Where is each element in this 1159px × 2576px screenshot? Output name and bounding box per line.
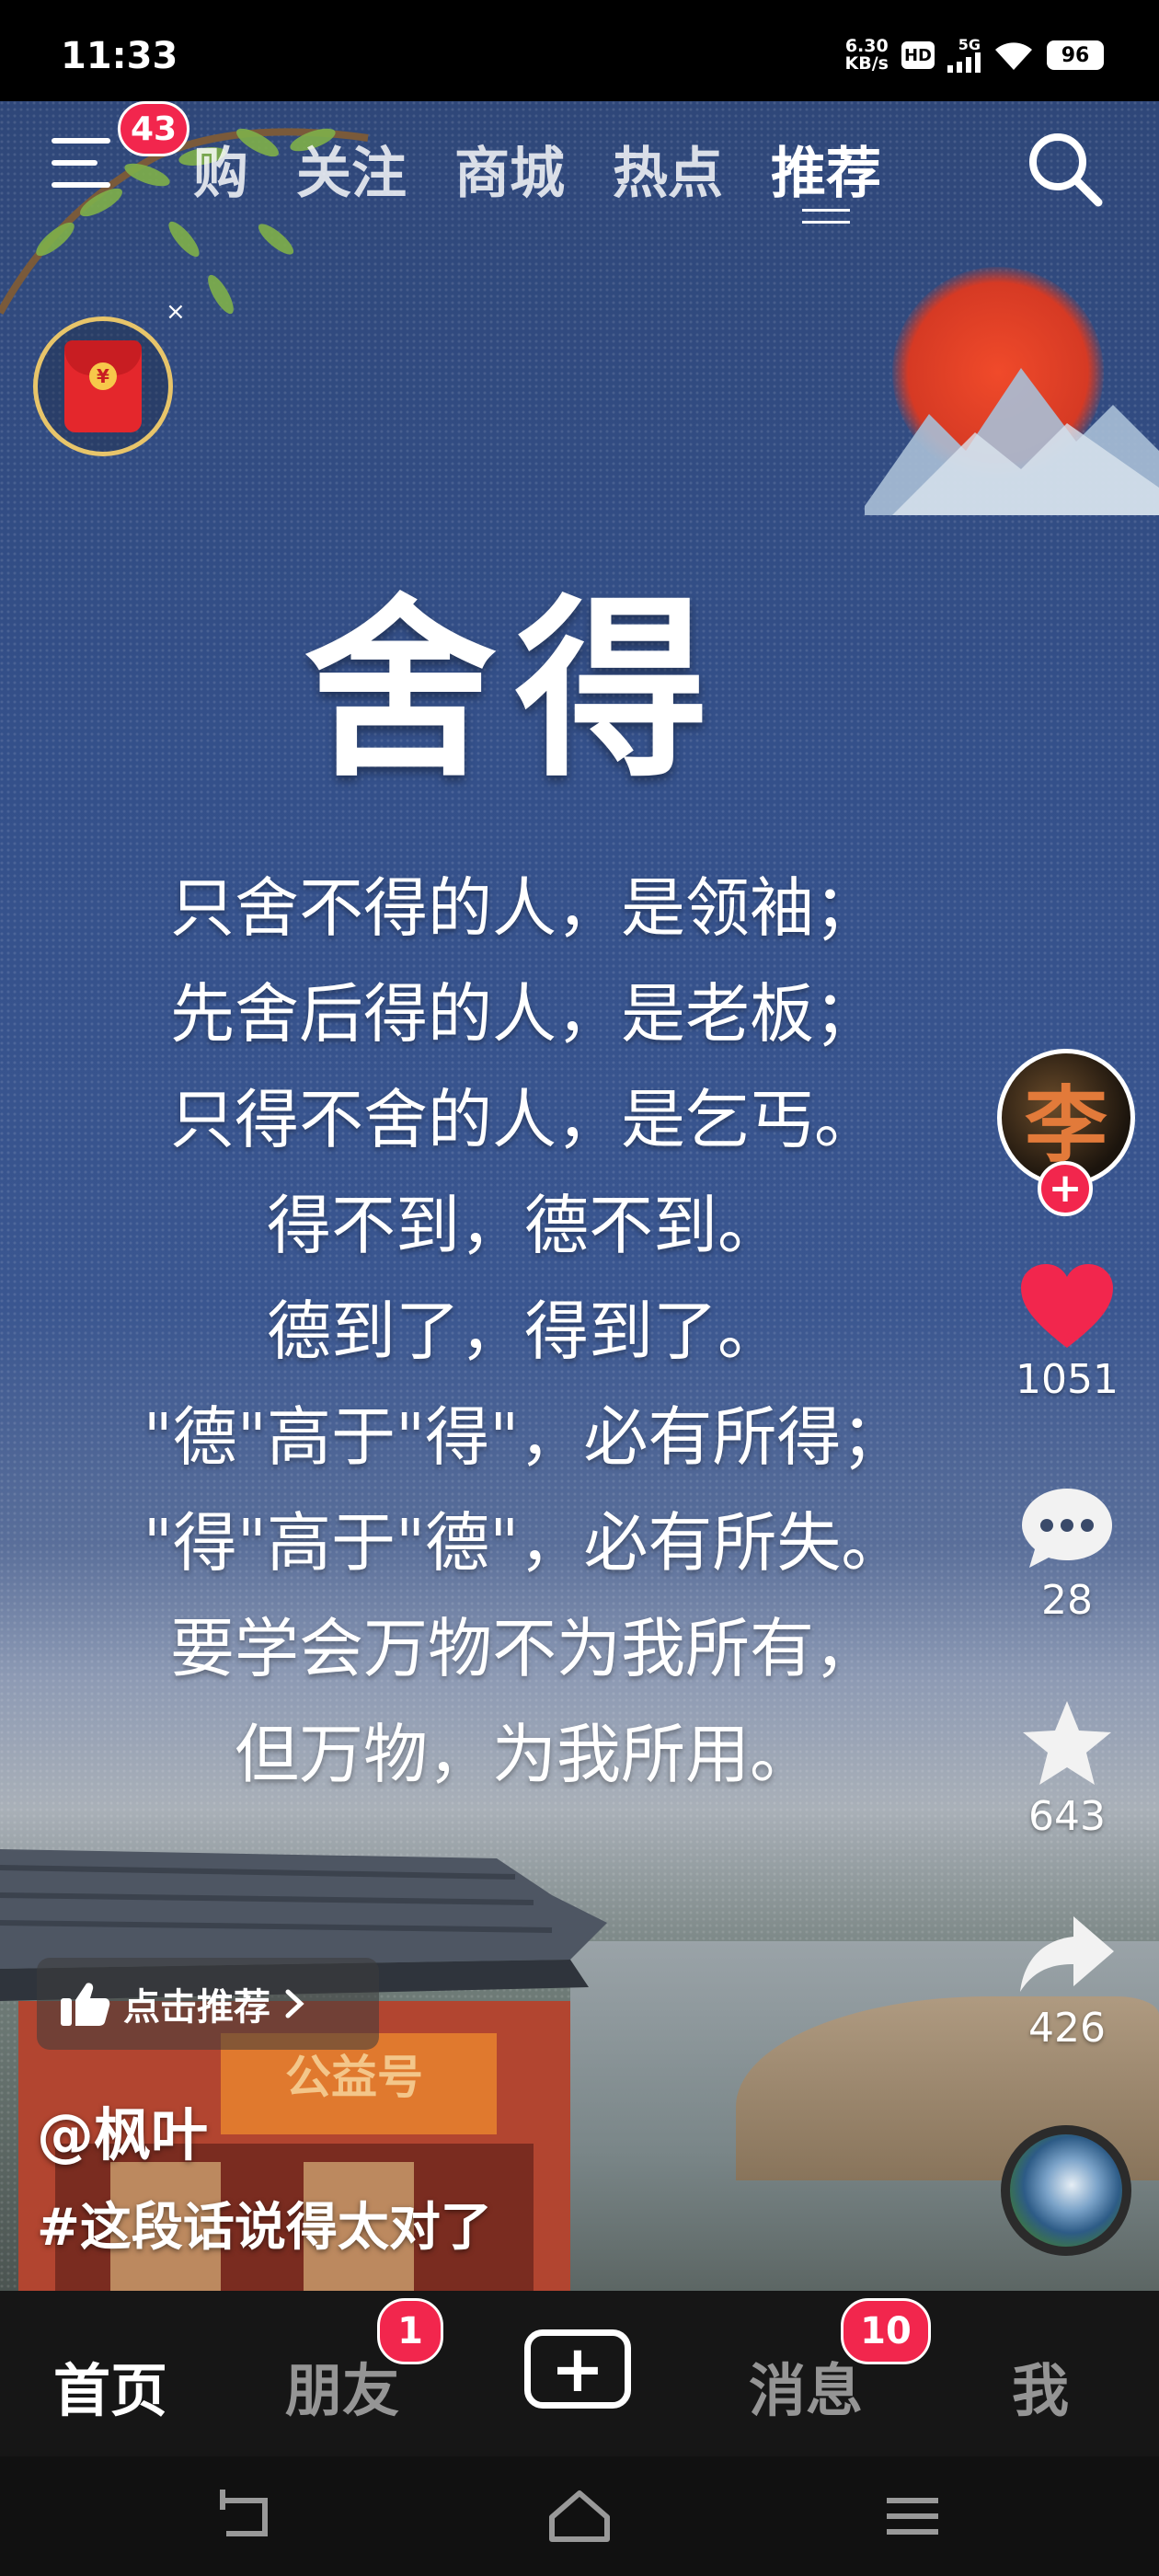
nav-home[interactable]: 首页 bbox=[53, 2344, 167, 2427]
share-arrow-icon bbox=[1020, 1916, 1114, 1992]
poster-line: 要学会万物不为我所有， bbox=[170, 1611, 878, 1686]
heart-icon bbox=[1021, 1264, 1113, 1348]
hd-icon: HD bbox=[901, 41, 935, 69]
favorite-count: 643 bbox=[1028, 1793, 1106, 1840]
share-button[interactable]: 426 bbox=[993, 1909, 1141, 2052]
favorite-button[interactable]: 643 bbox=[993, 1697, 1141, 1840]
network-speed: 6.30 KB/s bbox=[844, 36, 889, 74]
status-time: 11:33 bbox=[61, 35, 178, 77]
poster-line: "得"高于"德"，必有所失。 bbox=[143, 1505, 906, 1581]
tab-recommended[interactable]: 推荐 bbox=[771, 129, 881, 209]
battery-icon: 96 bbox=[1047, 40, 1104, 70]
like-count: 1051 bbox=[1016, 1356, 1119, 1403]
tab-mall[interactable]: 商城 bbox=[454, 129, 565, 209]
poster-text: 只舍不得的人，是领袖； 先舍后得的人，是老板； 只得不舍的人，是乞丐。 得不到，… bbox=[37, 856, 1012, 1808]
poster-title: 舍得 bbox=[303, 576, 727, 803]
poster-line: 德到了，得到了。 bbox=[267, 1294, 782, 1369]
menu-badge: 43 bbox=[118, 101, 189, 156]
comment-bubble-icon bbox=[1022, 1489, 1112, 1568]
recommend-chip[interactable]: 点击推荐 bbox=[37, 1958, 379, 2050]
star-icon bbox=[1023, 1701, 1111, 1785]
sign-text: 公益号 bbox=[285, 2051, 423, 2104]
author-name[interactable]: @枫叶 bbox=[37, 2088, 208, 2171]
create-post-button[interactable]: + bbox=[524, 2329, 631, 2409]
red-packet-widget[interactable]: ¥ bbox=[33, 316, 173, 456]
comment-button[interactable]: 28 bbox=[993, 1481, 1141, 1624]
search-icon[interactable] bbox=[1023, 127, 1106, 210]
messages-badge: 10 bbox=[841, 2298, 931, 2364]
friends-badge: 1 bbox=[377, 2298, 443, 2364]
status-icons: 6.30 KB/s HD 5G 96 bbox=[845, 37, 1104, 74]
share-count: 426 bbox=[1028, 2005, 1106, 2052]
nav-messages[interactable]: 消息 bbox=[749, 2344, 863, 2427]
poster-line: 得不到，德不到。 bbox=[267, 1188, 782, 1263]
tab-shop-partial[interactable]: 购 bbox=[193, 129, 248, 209]
red-envelope-icon: ¥ bbox=[64, 340, 142, 432]
thumbs-up-icon bbox=[61, 1983, 110, 2026]
video-caption[interactable]: #这段话说得太对了 bbox=[37, 2186, 492, 2260]
poster-line: 只舍不得的人，是领袖； bbox=[170, 870, 878, 946]
poster-line: "德"高于"得"，必有所得； bbox=[143, 1399, 906, 1475]
status-bar: 11:33 6.30 KB/s HD 5G 96 bbox=[0, 0, 1159, 101]
recommend-chip-label: 点击推荐 bbox=[123, 1986, 270, 2029]
poster-line: 只得不舍的人，是乞丐。 bbox=[170, 1082, 878, 1157]
home-icon[interactable] bbox=[543, 2484, 616, 2548]
mountains-decoration bbox=[865, 368, 1159, 515]
poster-line: 但万物，为我所用。 bbox=[235, 1717, 814, 1792]
poster-line: 先舍后得的人，是老板； bbox=[170, 976, 878, 1052]
menu-button[interactable] bbox=[52, 138, 120, 193]
wifi-icon bbox=[995, 42, 1032, 70]
bottom-nav: 首页 朋友 1 + 消息 10 我 bbox=[0, 2291, 1159, 2456]
system-navigation-bar bbox=[0, 2456, 1159, 2576]
like-button[interactable]: 1051 bbox=[993, 1260, 1141, 1403]
tab-following[interactable]: 关注 bbox=[296, 129, 407, 209]
chevron-right-icon bbox=[285, 1989, 304, 2018]
follow-button[interactable]: + bbox=[1038, 1161, 1093, 1216]
music-disc[interactable] bbox=[1001, 2125, 1131, 2256]
tab-trending[interactable]: 热点 bbox=[613, 129, 723, 209]
top-tabs: 购 关注 商城 热点 推荐 bbox=[193, 129, 881, 209]
recent-apps-icon[interactable] bbox=[876, 2484, 949, 2548]
red-packet-close-icon[interactable]: × bbox=[166, 298, 186, 326]
back-icon[interactable] bbox=[210, 2484, 283, 2548]
signal-icon: 5G bbox=[947, 38, 981, 73]
nav-me[interactable]: 我 bbox=[1012, 2344, 1069, 2427]
comment-count: 28 bbox=[1041, 1577, 1093, 1624]
nav-friends[interactable]: 朋友 bbox=[285, 2344, 399, 2427]
